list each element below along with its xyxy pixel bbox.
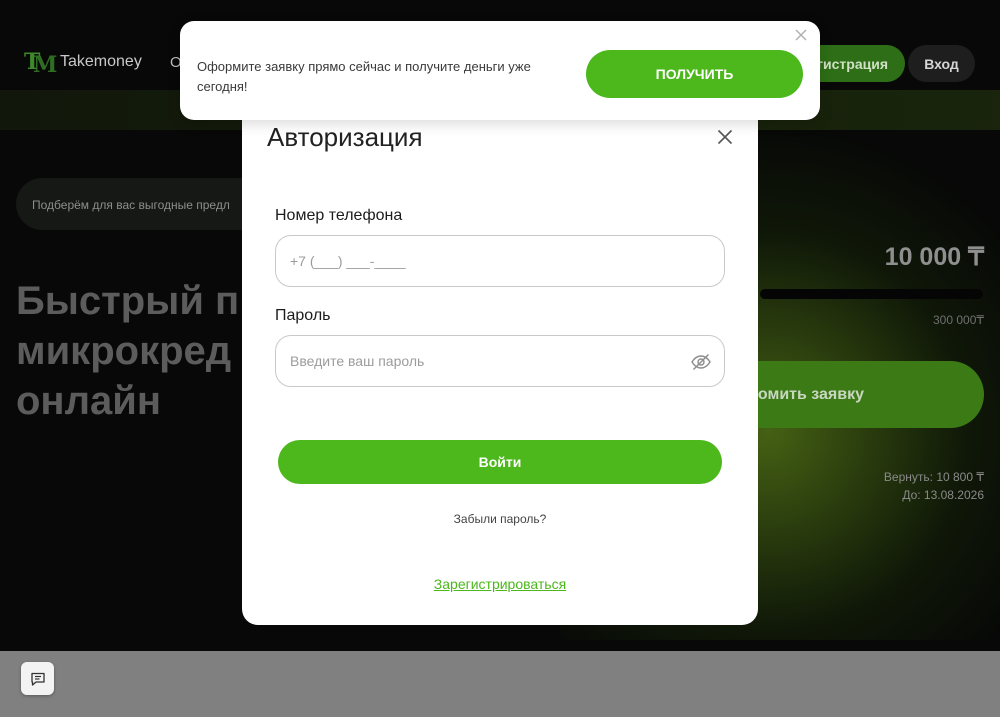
- hero-line-3: онлайн: [16, 379, 161, 423]
- phone-input[interactable]: [276, 236, 724, 286]
- chat-icon: [30, 672, 45, 686]
- auth-modal: Авторизация Номер телефона Пароль Войти …: [242, 100, 758, 625]
- return-info: Вернуть: 10 800 ₸ До: 13.08.2026: [884, 468, 984, 504]
- get-money-button[interactable]: ПОЛУЧИТЬ: [586, 50, 803, 98]
- close-icon: [795, 29, 807, 41]
- close-icon: [717, 129, 733, 145]
- eye-off-icon[interactable]: [690, 351, 712, 373]
- max-amount-label: 300 000₸: [932, 313, 984, 327]
- return-amount: Вернуть: 10 800 ₸: [883, 470, 984, 484]
- popup-close-button[interactable]: [793, 27, 809, 43]
- password-label: Пароль: [275, 307, 331, 324]
- hero-line-2: микрокред: [16, 329, 232, 373]
- logo-text: Takemoney: [60, 53, 142, 70]
- forgot-password-link[interactable]: Забыли пароль?: [242, 512, 758, 526]
- phone-field-wrapper: [275, 235, 725, 287]
- modal-close-button[interactable]: [714, 126, 736, 148]
- hero-headline: Быстрый п микрокред онлайн: [16, 276, 239, 426]
- return-date: До: 13.08.2026: [902, 488, 984, 502]
- logo[interactable]: TM Takemoney: [24, 49, 142, 78]
- popup-text: Оформите заявку прямо сейчас и получите …: [197, 59, 531, 94]
- chat-button[interactable]: [21, 662, 54, 695]
- login-button[interactable]: Вход: [908, 45, 975, 82]
- hero-line-1: Быстрый п: [16, 279, 240, 323]
- password-field-wrapper: [275, 335, 725, 387]
- amount-slider[interactable]: [760, 289, 983, 299]
- modal-title: Авторизация: [267, 122, 423, 152]
- login-submit-button[interactable]: Войти: [278, 440, 722, 484]
- register-link[interactable]: Зарегистрироваться: [242, 576, 758, 592]
- loan-amount: 10 000 ₸: [884, 243, 984, 271]
- phone-label: Номер телефона: [275, 207, 403, 224]
- password-input[interactable]: [276, 336, 724, 386]
- logo-mark-icon: TM: [24, 49, 58, 78]
- promo-popup: Оформите заявку прямо сейчас и получите …: [180, 21, 820, 120]
